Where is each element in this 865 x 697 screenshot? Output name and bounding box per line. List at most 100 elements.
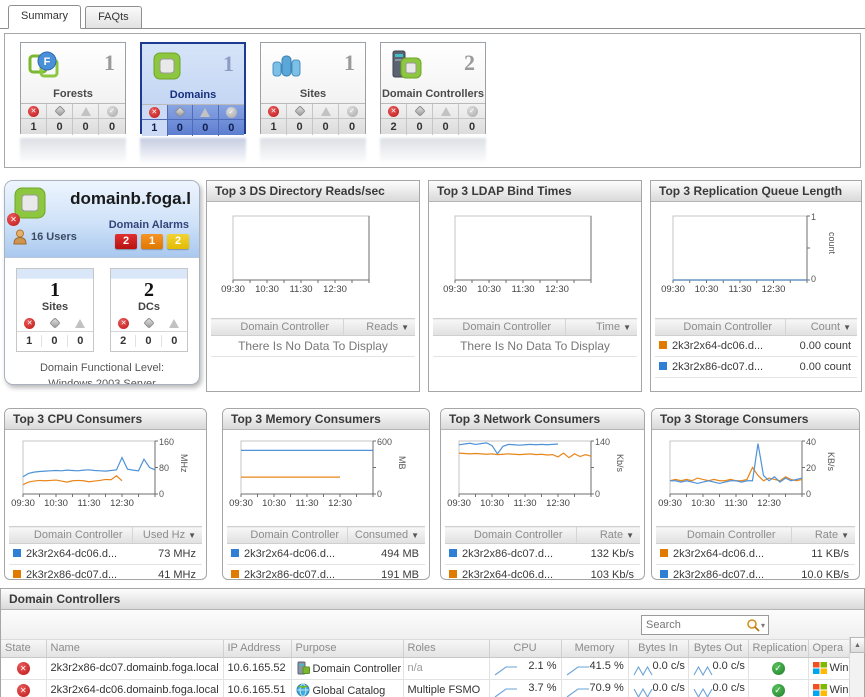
bytes-in-column-header[interactable]: Bytes In: [628, 640, 688, 657]
table-row[interactable]: 2k3r2x64-dc06.d... 11 KB/s: [656, 544, 855, 565]
dc-name[interactable]: 2k3r2x64-dc06.d...: [25, 544, 132, 565]
fatal-count: 1: [270, 121, 276, 133]
used-hz-column-header[interactable]: Used Hz: [132, 527, 202, 544]
replication-column-header[interactable]: Replication: [748, 640, 808, 657]
x-tick: 12:30: [757, 498, 781, 509]
tab-summary[interactable]: Summary: [8, 5, 81, 29]
no-data-message: There Is No Data To Display: [433, 336, 637, 357]
bytes-out-value: 0.0 c/s: [713, 682, 745, 694]
warning-icon: [321, 107, 331, 116]
table-row[interactable]: 2k3r2x86-dc07.d... 0.00 count: [655, 357, 857, 378]
mini-tile-band: [17, 269, 93, 279]
domain-controller-column-header[interactable]: Domain Controller: [227, 319, 343, 336]
critical-icon: [294, 105, 305, 116]
functional-level-value: Windows 2003 Server: [5, 376, 199, 385]
tile-domains[interactable]: 1 Domains 1 0 0 0: [140, 42, 246, 134]
vertical-scrollbar[interactable]: [849, 637, 864, 697]
fatal-icon: [268, 106, 279, 117]
forests-icon: F: [27, 48, 67, 88]
dc-name[interactable]: 2k3r2x86-dc07.d...: [672, 565, 791, 581]
search-icon[interactable]: [746, 618, 760, 632]
table-row[interactable]: 2k3r2x86-dc07.d... 191 MB: [227, 565, 425, 581]
search-input[interactable]: [642, 619, 746, 631]
domain-controller-column-header[interactable]: Domain Controller: [672, 527, 791, 544]
domain-controller-column-header[interactable]: Domain Controller: [461, 527, 576, 544]
x-tick: 09:30: [658, 498, 682, 509]
memory-consumers-chart: [231, 436, 387, 500]
y-tick: 600: [377, 437, 392, 447]
domain-card[interactable]: domainb.foga.l 16 Users Domain Alarms 2 …: [4, 180, 200, 385]
os-value: Win: [830, 662, 849, 674]
state-column-header[interactable]: State: [1, 640, 46, 657]
dc-name[interactable]: 2k3r2x86-dc07.d...: [243, 565, 347, 581]
fatal-count: 2: [390, 121, 396, 133]
table-row[interactable]: 2k3r2x86-dc07.d... 41 MHz: [9, 565, 202, 581]
roles-column-header[interactable]: Roles: [403, 640, 489, 657]
bytes-out-sparkline: [693, 687, 713, 697]
dc-name[interactable]: 2k3r2x64-dc06.d...: [671, 336, 785, 357]
sites-mini-tile[interactable]: 1 Sites 1 0 0: [16, 268, 94, 352]
operating-system-column-header[interactable]: Opera: [808, 640, 851, 657]
tile-forests[interactable]: F 1 Forests 1 0 0 0: [20, 42, 126, 134]
consumed-column-header[interactable]: Consumed: [347, 527, 425, 544]
reads-column-header[interactable]: Reads: [343, 319, 415, 336]
bytes-out-column-header[interactable]: Bytes Out: [688, 640, 748, 657]
search-options-caret-icon[interactable]: [760, 621, 768, 630]
tile-sites[interactable]: 1 Sites 1 0 0 0: [260, 42, 366, 134]
dc-name[interactable]: 2k3r2x64-dc06.d...: [672, 544, 791, 565]
dc-name[interactable]: 2k3r2x86-dc07.domainb.foga.local: [46, 657, 223, 679]
x-tick: 11:30: [513, 498, 536, 509]
table-row[interactable]: 2k3r2x86-dc07.d... 10.0 KB/s: [656, 565, 855, 581]
cpu-value: 3.7 %: [528, 682, 556, 694]
cpu-column-header[interactable]: CPU: [489, 640, 561, 657]
tab-bar: Summary FAQts: [0, 0, 865, 29]
y-tick: 160: [159, 437, 174, 447]
scroll-up-icon[interactable]: [850, 637, 865, 653]
dc-name[interactable]: 2k3r2x86-dc07.d...: [25, 565, 132, 581]
domain-controller-column-header[interactable]: Domain Controller: [25, 527, 132, 544]
fatal-alarm-badge[interactable]: 2: [115, 234, 137, 249]
domain-controller-column-header[interactable]: Domain Controller: [243, 527, 347, 544]
table-row[interactable]: 2k3r2x86-dc07.domainb.foga.local 10.6.16…: [1, 657, 851, 679]
fatal-icon: [149, 107, 160, 118]
warning-alarm-badge[interactable]: 2: [167, 234, 189, 249]
domain-controller-column-header[interactable]: Domain Controller: [671, 319, 785, 336]
dc-name[interactable]: 2k3r2x64-dc06.domainb.foga.local: [46, 679, 223, 697]
dcs-mini-tile[interactable]: 2 DCs 2 0 0: [110, 268, 188, 352]
critical-icon: [414, 105, 425, 116]
rate-column-header[interactable]: Rate: [791, 527, 855, 544]
dc-table-header-row: State Name IP Address Purpose Roles CPU …: [1, 640, 851, 657]
time-column-header[interactable]: Time: [565, 319, 637, 336]
name-column-header[interactable]: Name: [46, 640, 223, 657]
tab-faqts[interactable]: FAQts: [85, 6, 142, 28]
tile-label: Domains: [142, 89, 244, 104]
dc-name[interactable]: 2k3r2x86-dc07.d...: [671, 357, 785, 378]
dc-name[interactable]: 2k3r2x86-dc07.d...: [461, 544, 576, 565]
dc-name[interactable]: 2k3r2x64-dc06.d...: [243, 544, 347, 565]
dcs-label: DCs: [111, 301, 187, 315]
dc-value: 103 Kb/s: [576, 565, 640, 581]
count-column-header[interactable]: Count: [785, 319, 857, 336]
table-row[interactable]: 2k3r2x64-dc06.d... 73 MHz: [9, 544, 202, 565]
table-row[interactable]: 2k3r2x64-dc06.domainb.foga.local 10.6.16…: [1, 679, 851, 697]
table-row[interactable]: 2k3r2x64-dc06.d... 103 Kb/s: [445, 565, 640, 581]
search-box[interactable]: [641, 615, 769, 635]
fatal-state-icon: [17, 662, 30, 675]
purpose-column-header[interactable]: Purpose: [291, 640, 403, 657]
os-value: Win: [830, 684, 849, 696]
table-row[interactable]: 2k3r2x64-dc06.d... 494 MB: [227, 544, 425, 565]
dc-name[interactable]: 2k3r2x64-dc06.d...: [461, 565, 576, 581]
sort-descending-icon: [188, 531, 196, 540]
domain-controller-column-header[interactable]: Domain Controller: [449, 319, 565, 336]
sites-icon: [267, 48, 307, 88]
y-axis-unit: count: [827, 232, 837, 254]
rate-column-header[interactable]: Rate: [576, 527, 640, 544]
tile-domain-controllers[interactable]: 2 Domain Controllers 2 0 0 0: [380, 42, 486, 134]
memory-column-header[interactable]: Memory: [561, 640, 628, 657]
critical-alarm-badge[interactable]: 1: [141, 234, 163, 249]
table-row[interactable]: 2k3r2x86-dc07.d... 132 Kb/s: [445, 544, 640, 565]
table-row[interactable]: 2k3r2x64-dc06.d... 0.00 count: [655, 336, 857, 357]
fatal-state-icon: [17, 684, 30, 697]
series-swatch: [449, 570, 457, 578]
ip-column-header[interactable]: IP Address: [223, 640, 291, 657]
